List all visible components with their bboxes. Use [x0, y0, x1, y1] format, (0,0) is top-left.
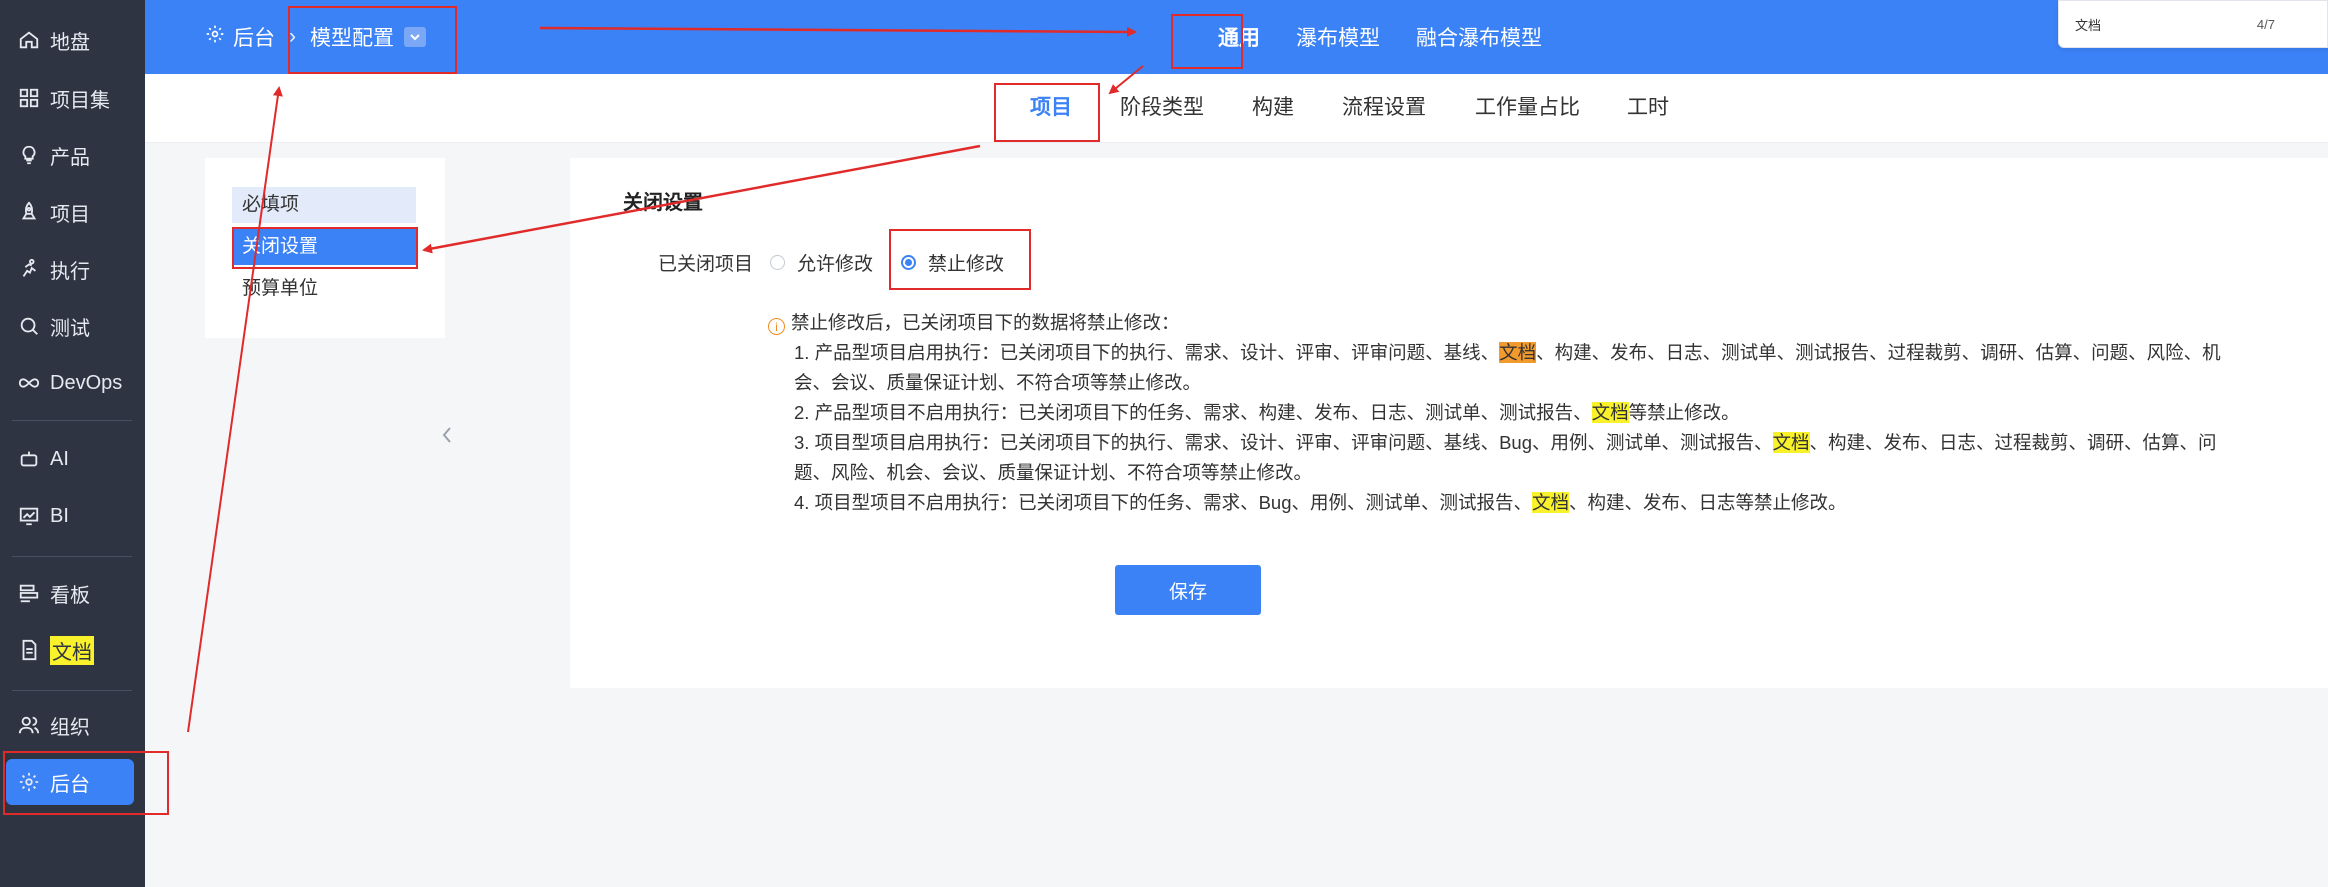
sidebar-item-ai[interactable]: AI	[6, 436, 134, 482]
search-highlight: 文档	[1499, 342, 1537, 363]
sidebar-item-bi[interactable]: BI	[6, 493, 134, 539]
sidebar-item-program[interactable]: 项目集	[6, 75, 134, 121]
sidebar-item-label: 测试	[50, 317, 90, 340]
radio-label: 允许修改	[797, 254, 874, 275]
sidebar-divider	[12, 556, 132, 557]
sidebar-item-board[interactable]: 看板	[6, 570, 134, 616]
sidebar-item-product[interactable]: 产品	[6, 132, 134, 178]
menu-item-required[interactable]: 必填项	[232, 187, 416, 223]
annotation-box-general-tab	[1171, 14, 1243, 69]
notice-line: 2. 产品型项目不启用执行：已关闭项目下的任务、需求、构建、发布、日志、测试单、…	[794, 402, 1592, 423]
rocket-icon	[18, 201, 40, 223]
annotation-box-forbid-option	[889, 229, 1031, 290]
sidebar-item-label: 执行	[50, 260, 90, 283]
doc-icon	[18, 639, 40, 661]
annotation-box-close-settings	[232, 227, 418, 269]
sidebar-item-project[interactable]: 项目	[6, 189, 134, 235]
sidebar-item-label: 地盘	[50, 31, 90, 54]
run-icon	[18, 258, 40, 280]
home-icon	[18, 29, 40, 51]
chart-icon	[18, 505, 40, 527]
radio-dot[interactable]	[770, 255, 785, 270]
page-title: 关闭设置	[623, 192, 703, 214]
find-count: 4/7	[2256, 16, 2275, 32]
notice-line: 、构建、发布、日志、测试单、测试报告、过程裁剪、调研、估算、问题、风险、机	[1536, 342, 2221, 363]
grid-icon	[18, 87, 40, 109]
infinity-icon	[18, 372, 40, 394]
notice-line: 题、风险、机会、会议、质量保证计划、不符合项等禁止修改。	[794, 462, 1313, 483]
robot-icon	[18, 448, 40, 470]
users-icon	[18, 714, 40, 736]
annotation-box-breadcrumb	[288, 6, 457, 74]
sidebar-divider	[12, 690, 132, 691]
board-icon	[18, 582, 40, 604]
tab-waterfall-plus[interactable]: 融合瀑布模型	[1416, 22, 1542, 52]
sidebar-item-label: AI	[50, 447, 69, 470]
notice-line: 3. 项目型项目启用执行：已关闭项目下的执行、需求、设计、评审、评审问题、基线、…	[794, 432, 1773, 453]
annotation-box-admin	[3, 751, 169, 815]
sidebar-item-label: 项目	[50, 203, 90, 226]
breadcrumb-root[interactable]: 后台	[233, 22, 275, 52]
gear-icon	[205, 24, 233, 50]
notice-line: 1. 产品型项目启用执行：已关闭项目下的执行、需求、设计、评审、评审问题、基线、	[794, 342, 1500, 363]
model-tabs: 通用 瀑布模型 融合瀑布模型	[1190, 0, 1578, 74]
notice-line: 4. 项目型项目不启用执行：已关闭项目下的任务、需求、Bug、用例、测试单、测试…	[794, 492, 1532, 513]
search-highlight: 文档	[1772, 432, 1810, 453]
notice-line: 、构建、发布、日志等禁止修改。	[1569, 492, 1847, 513]
sidebar-item-devops[interactable]: DevOps	[6, 360, 134, 406]
sidebar-item-org[interactable]: 组织	[6, 702, 134, 748]
sidebar-item-label: 组织	[50, 716, 90, 739]
menu-item-budget-unit[interactable]: 预算单位	[232, 271, 416, 307]
save-button[interactable]: 保存	[1115, 565, 1261, 615]
sidebar-item-label: 文档	[50, 635, 94, 665]
subtab-workload[interactable]: 工作量占比	[1475, 74, 1580, 142]
search-highlight: 文档	[1591, 402, 1629, 423]
tab-waterfall[interactable]: 瀑布模型	[1296, 22, 1380, 52]
annotation-box-project-subtab	[994, 83, 1100, 142]
subtab-hours[interactable]: 工时	[1627, 74, 1669, 142]
sidebar-divider	[12, 420, 132, 421]
find-query[interactable]: 文档	[2075, 15, 2257, 34]
notice-line: 会、会议、质量保证计划、不符合项等禁止修改。	[794, 372, 1202, 393]
notice-line: 、构建、发布、日志、过程裁剪、调研、估算、问	[1809, 432, 2217, 453]
notice-line: 等禁止修改。	[1628, 402, 1740, 423]
collapse-panel-icon[interactable]	[436, 420, 458, 450]
field-label: 已关闭项目	[658, 254, 754, 275]
notice-head: 禁止修改后，已关闭项目下的数据将禁止修改：	[791, 312, 1180, 333]
bulb-icon	[18, 144, 40, 166]
find-in-page-bar[interactable]: 文档 4/7	[2058, 0, 2328, 48]
sub-tabs: 项目 阶段类型 构建 流程设置 工作量占比 工时	[145, 74, 2328, 143]
sidebar-item-test[interactable]: 测试	[6, 303, 134, 349]
info-icon: i	[768, 318, 785, 335]
subtab-stage-type[interactable]: 阶段类型	[1120, 74, 1204, 142]
search-highlight: 文档	[1532, 492, 1570, 513]
search-icon	[18, 315, 40, 337]
subtab-workflow[interactable]: 流程设置	[1342, 74, 1426, 142]
sidebar-item-dashboard[interactable]: 地盘	[6, 17, 134, 63]
sidebar-item-label: 产品	[50, 146, 90, 169]
sidebar-item-doc[interactable]: 文档	[6, 627, 134, 673]
sidebar-item-label: 看板	[50, 584, 90, 607]
sidebar-item-label: 项目集	[50, 89, 110, 112]
sidebar-item-execution[interactable]: 执行	[6, 246, 134, 292]
subtab-build[interactable]: 构建	[1252, 74, 1294, 142]
sidebar-item-label: BI	[50, 504, 69, 527]
radio-allow-edit[interactable]: 允许修改	[770, 249, 873, 276]
close-settings-card: 关闭设置 已关闭项目 允许修改 禁止修改 i 禁止修改后，已关闭项目下的数据将禁止…	[570, 158, 2328, 688]
notice-text: i 禁止修改后，已关闭项目下的数据将禁止修改： 1. 产品型项目启用执行：已关闭项…	[768, 308, 2308, 518]
sidebar-item-label: DevOps	[50, 371, 123, 394]
